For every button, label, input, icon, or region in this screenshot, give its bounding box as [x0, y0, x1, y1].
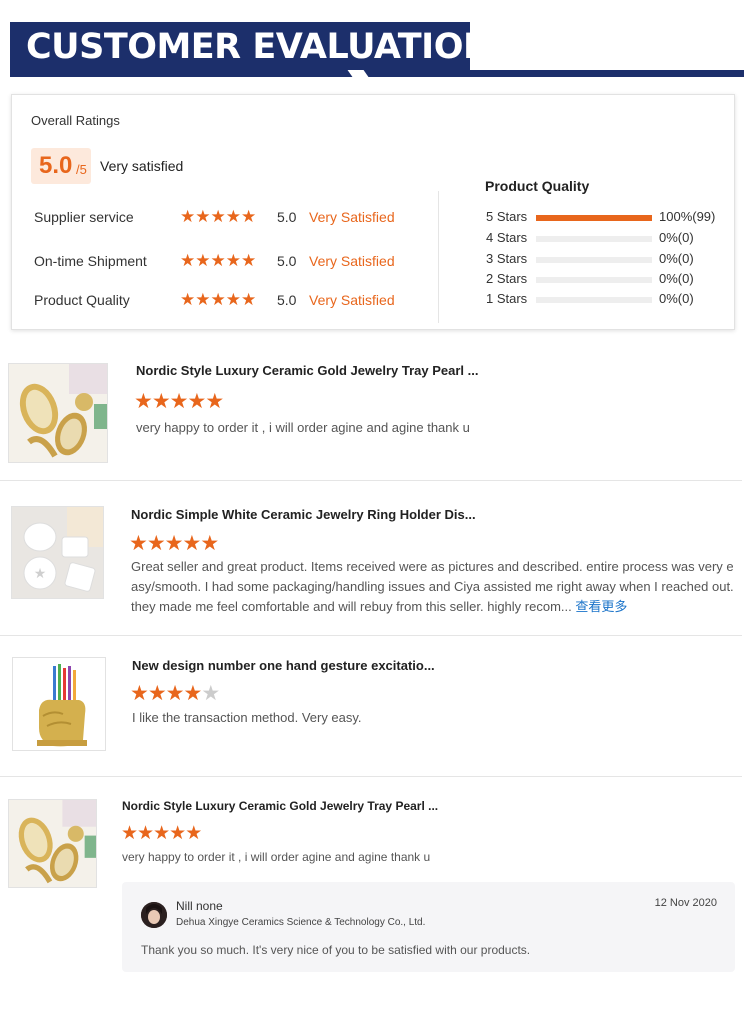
- review-text: I like the transaction method. Very easy…: [132, 710, 362, 725]
- distribution-row-4: 4 Stars 0%(0): [486, 230, 726, 248]
- avatar: [141, 902, 167, 928]
- distribution-row-5: 5 Stars 100%(99): [486, 209, 726, 227]
- distribution-count: 100%(99): [659, 209, 716, 224]
- overall-score: 5.0: [39, 152, 73, 179]
- product-quality-title: Product Quality: [485, 178, 590, 194]
- star-filled-icon: ★: [153, 823, 170, 844]
- distribution-row-3: 3 Stars 0%(0): [486, 251, 726, 269]
- gold-hand-pen-holder-icon[interactable]: [12, 657, 106, 751]
- star-filled-icon: ★: [165, 682, 185, 705]
- rating-label: Supplier service: [34, 209, 134, 225]
- rating-label: Product Quality: [34, 292, 130, 308]
- rating-score: 5.0: [277, 292, 297, 308]
- star-filled-icon: ★: [146, 532, 166, 555]
- seller-reply: Nill none Dehua Xingye Ceramics Science …: [122, 882, 735, 972]
- star-filled-icon: ★: [183, 682, 202, 705]
- distribution-row-1: 1 Stars 0%(0): [486, 291, 726, 309]
- distribution-label: 2 Stars: [486, 271, 528, 286]
- distribution-row-2: 2 Stars 0%(0): [486, 271, 726, 289]
- star-rating-icon: ★★★★★: [180, 251, 257, 270]
- svg-text:★: ★: [34, 565, 47, 581]
- overall-score-denominator: /5: [76, 162, 87, 177]
- distribution-count: 0%(0): [659, 271, 694, 286]
- star-filled-icon: ★: [187, 390, 206, 413]
- banner-underline: [10, 70, 744, 77]
- review-star-rating-icon: ★★★★★: [121, 823, 202, 845]
- rating-text: Very Satisfied: [309, 209, 395, 225]
- star-filled-icon: ★: [130, 682, 149, 705]
- see-more-link[interactable]: 查看更多: [575, 599, 627, 614]
- reply-author-name: Nill none: [176, 899, 223, 913]
- reply-text: Thank you so much. It's very nice of you…: [141, 943, 531, 957]
- star-empty-icon: ★: [201, 682, 220, 705]
- distribution-bar: [536, 257, 652, 263]
- star-filled-icon: ★: [147, 682, 167, 705]
- star-rating-icon: ★★★★★: [180, 290, 257, 309]
- overall-satisfaction-text: Very satisfied: [100, 158, 184, 174]
- header-banner: CUSTOMER EVALUATION: [10, 22, 492, 72]
- distribution-count: 0%(0): [659, 251, 694, 266]
- review-text: very happy to order it , i will order ag…: [122, 850, 431, 864]
- rating-label: On-time Shipment: [34, 253, 147, 269]
- star-filled-icon: ★: [182, 532, 201, 555]
- overall-ratings-label: Overall Ratings: [31, 113, 120, 128]
- card-divider: [438, 191, 439, 323]
- distribution-bar: [536, 277, 652, 283]
- star-filled-icon: ★: [151, 390, 171, 413]
- page-title: CUSTOMER EVALUATION: [26, 27, 492, 67]
- rating-score: 5.0: [277, 209, 297, 225]
- reply-date: 12 Nov 2020: [654, 897, 717, 909]
- star-filled-icon: ★: [164, 532, 184, 555]
- rating-text: Very Satisfied: [309, 253, 395, 269]
- rating-text: Very Satisfied: [309, 292, 395, 308]
- review-star-rating-icon: ★★★★★: [130, 682, 220, 705]
- gold-pineapple-tray-icon[interactable]: [8, 799, 97, 888]
- review-product-title[interactable]: Nordic Style Luxury Ceramic Gold Jewelry…: [136, 363, 478, 378]
- distribution-label: 5 Stars: [486, 209, 528, 224]
- star-filled-icon: ★: [134, 390, 153, 413]
- review-text: very happy to order it , i will order ag…: [136, 420, 470, 435]
- overall-score-badge: 5.0 /5: [31, 148, 91, 184]
- star-filled-icon: ★: [137, 823, 154, 844]
- star-filled-icon: ★: [205, 390, 224, 413]
- rating-score: 5.0: [277, 253, 297, 269]
- review-star-rating-icon: ★★★★★: [129, 532, 219, 555]
- rating-row-product-quality: Product Quality ★★★★★ 5.0 Very Satisfied: [34, 290, 434, 310]
- star-filled-icon: ★: [169, 390, 189, 413]
- star-filled-icon: ★: [185, 823, 202, 844]
- review-product-title[interactable]: Nordic Style Luxury Ceramic Gold Jewelry…: [122, 799, 438, 813]
- star-filled-icon: ★: [169, 823, 186, 844]
- white-ceramic-tray-icon[interactable]: ★: [11, 506, 104, 599]
- star-filled-icon: ★: [129, 532, 148, 555]
- review-divider: [0, 776, 742, 777]
- review-product-title[interactable]: New design number one hand gesture excit…: [132, 658, 435, 673]
- distribution-label: 1 Stars: [486, 291, 528, 306]
- review-divider: [0, 480, 742, 481]
- rating-row-supplier-service: Supplier service ★★★★★ 5.0 Very Satisfie…: [34, 207, 434, 227]
- review-divider: [0, 635, 742, 636]
- distribution-count: 0%(0): [659, 291, 694, 306]
- review-text-content: Great seller and great product. Items re…: [131, 559, 734, 614]
- distribution-bar: [536, 215, 652, 221]
- review-text: Great seller and great product. Items re…: [131, 557, 737, 617]
- distribution-bar: [536, 236, 652, 242]
- star-filled-icon: ★: [121, 823, 138, 844]
- star-filled-icon: ★: [200, 532, 219, 555]
- distribution-label: 3 Stars: [486, 251, 528, 266]
- distribution-count: 0%(0): [659, 230, 694, 245]
- review-product-title[interactable]: Nordic Simple White Ceramic Jewelry Ring…: [131, 507, 476, 522]
- star-rating-icon: ★★★★★: [180, 207, 257, 226]
- distribution-bar: [536, 297, 652, 303]
- review-star-rating-icon: ★★★★★: [134, 390, 224, 413]
- reply-company: Dehua Xingye Ceramics Science & Technolo…: [176, 917, 426, 928]
- rating-row-on-time-shipment: On-time Shipment ★★★★★ 5.0 Very Satisfie…: [34, 251, 434, 271]
- gold-pineapple-tray-icon[interactable]: [8, 363, 108, 463]
- distribution-bar-fill: [536, 215, 652, 221]
- ratings-summary-card: Overall Ratings 5.0 /5 Very satisfied Su…: [11, 94, 735, 330]
- distribution-label: 4 Stars: [486, 230, 528, 245]
